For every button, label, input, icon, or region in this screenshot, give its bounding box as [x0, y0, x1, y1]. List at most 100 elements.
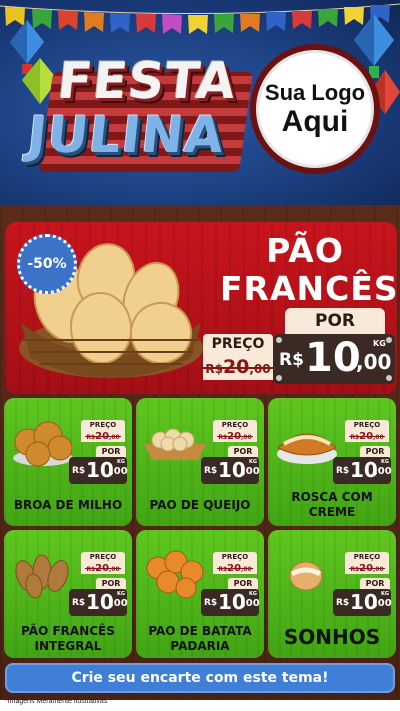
- old-dec: ,00: [373, 433, 384, 441]
- bolt-icon: [386, 375, 392, 381]
- hero-old-currency: R$: [205, 362, 223, 376]
- product-card[interactable]: PREÇO R$20,00 POR R$ 10 KG ,00 PAO DE BA…: [136, 530, 264, 658]
- unit: KG: [249, 591, 257, 597]
- new-price: R$ 10 KG ,00: [333, 589, 392, 616]
- unit: KG: [381, 591, 389, 597]
- new-currency: R$: [72, 466, 86, 476]
- product-card[interactable]: PREÇO R$20,00 POR R$ 10 KG ,00 PAO DE QU…: [136, 398, 264, 526]
- old-int: 20: [227, 562, 242, 574]
- new-currency: R$: [336, 598, 350, 608]
- hero-old-price: R$20,00: [203, 354, 273, 380]
- old-int: 20: [359, 562, 374, 574]
- hero-unit: KG: [373, 339, 386, 348]
- hero-offer-card[interactable]: -50% PÃO FRANCÊS POR PREÇO R$20,00 R$ 10…: [5, 222, 397, 394]
- new-dec: ,00: [242, 466, 260, 477]
- hero-new-price: R$ 10 KG ,00: [273, 334, 395, 384]
- old-price: R$20,00: [81, 562, 125, 574]
- new-currency: R$: [204, 598, 218, 608]
- unit: KG: [117, 459, 125, 465]
- pao-frances-integral-image: [15, 554, 69, 599]
- sonhos-image: [289, 561, 323, 591]
- rosca-com-creme-image: [277, 433, 337, 464]
- broa-de-milho-image: [13, 421, 73, 467]
- new-dec: ,00: [110, 598, 128, 609]
- old-currency: R$: [350, 433, 360, 441]
- festa-julina-logo: FESTA JULINA: [25, 50, 254, 180]
- hero-product-name: PÃO FRANCÊS: [220, 231, 397, 308]
- new-dec: ,00: [110, 466, 128, 477]
- hero-old-int: 20: [222, 356, 250, 378]
- logo-text-line1: Sua Logo: [264, 80, 366, 105]
- hero-por-label: POR: [285, 308, 385, 334]
- hero-new-int: 10: [305, 335, 361, 381]
- pao-de-batata-image: [146, 550, 204, 599]
- old-dec: ,00: [241, 433, 252, 441]
- por-label: POR: [360, 578, 390, 589]
- hero-new-dec: ,00: [356, 350, 392, 374]
- bolt-icon: [276, 375, 282, 381]
- hero-name-line1: PÃO: [266, 231, 344, 270]
- old-dec: ,00: [109, 433, 120, 441]
- old-int: 20: [95, 562, 110, 574]
- new-dec: ,00: [374, 598, 392, 609]
- new-price: R$ 10 KG ,00: [201, 457, 260, 484]
- old-dec: ,00: [241, 565, 252, 573]
- product-card[interactable]: PREÇO R$20,00 POR R$ 10 KG ,00 ROSCA COM…: [268, 398, 396, 526]
- por-label: POR: [96, 446, 126, 457]
- bolt-icon: [276, 337, 282, 343]
- new-currency: R$: [72, 598, 86, 608]
- hero-preco-label: PREÇO: [203, 334, 273, 354]
- new-dec: ,00: [242, 598, 260, 609]
- old-price: R$20,00: [81, 430, 125, 442]
- old-price: R$20,00: [213, 562, 257, 574]
- por-label: POR: [96, 578, 126, 589]
- por-label: POR: [360, 446, 390, 457]
- preco-label: PREÇO: [81, 552, 125, 562]
- new-currency: R$: [336, 466, 350, 476]
- product-card[interactable]: PREÇO R$20,00 POR R$ 10 KG ,00 PÃO FRANC…: [4, 530, 132, 658]
- hero-name-line2: FRANCÊS: [220, 269, 397, 308]
- old-currency: R$: [86, 565, 96, 573]
- product-name: PÃO FRANCÊS INTEGRAL: [21, 624, 115, 653]
- hero-new-currency: R$: [279, 350, 304, 370]
- preco-label: PREÇO: [345, 420, 389, 430]
- unit: KG: [117, 591, 125, 597]
- new-price: R$ 10 KG ,00: [69, 457, 128, 484]
- bolt-icon: [386, 337, 392, 343]
- product-name: SONHOS: [283, 625, 381, 649]
- old-dec: ,00: [109, 565, 120, 573]
- preco-label: PREÇO: [81, 420, 125, 430]
- new-dec: ,00: [374, 466, 392, 477]
- old-currency: R$: [350, 565, 360, 573]
- new-currency: R$: [204, 466, 218, 476]
- old-int: 20: [359, 430, 374, 442]
- hero-old-dec: ,00: [249, 362, 271, 376]
- title-festa: FESTA: [54, 52, 240, 110]
- header-banner: FESTA JULINA Sua Logo Aqui: [0, 0, 400, 205]
- new-price: R$ 10 KG ,00: [201, 589, 260, 616]
- disclaimer-text: *Imagens Meramente Ilustrativas: [5, 698, 108, 705]
- product-name: PAO DE QUEIJO: [149, 498, 251, 512]
- unit: KG: [381, 459, 389, 465]
- product-card[interactable]: PREÇO R$20,00 POR R$ 10 KG ,00 BROA DE M…: [4, 398, 132, 526]
- unit: KG: [249, 459, 257, 465]
- pao-de-queijo-image: [144, 428, 206, 460]
- por-label: POR: [228, 446, 258, 457]
- logo-placeholder: Sua Logo Aqui: [250, 44, 380, 174]
- old-dec: ,00: [373, 565, 384, 573]
- old-int: 20: [95, 430, 110, 442]
- preco-label: PREÇO: [213, 552, 257, 562]
- preco-label: PREÇO: [345, 552, 389, 562]
- old-int: 20: [227, 430, 242, 442]
- create-flyer-button[interactable]: Crie seu encarte com este tema!: [5, 663, 395, 693]
- discount-badge: -50%: [17, 234, 77, 294]
- product-name: PAO DE BATATA PADARIA: [148, 624, 252, 653]
- product-card[interactable]: PREÇO R$20,00 POR R$ 10 KG ,00 SONHOS: [268, 530, 396, 658]
- old-price: R$20,00: [345, 562, 389, 574]
- old-currency: R$: [218, 565, 228, 573]
- logo-text-line2: Aqui: [281, 105, 349, 138]
- new-price: R$ 10 KG ,00: [333, 457, 392, 484]
- bunting-flags: [0, 3, 400, 34]
- product-name: BROA DE MILHO: [13, 498, 123, 512]
- old-currency: R$: [218, 433, 228, 441]
